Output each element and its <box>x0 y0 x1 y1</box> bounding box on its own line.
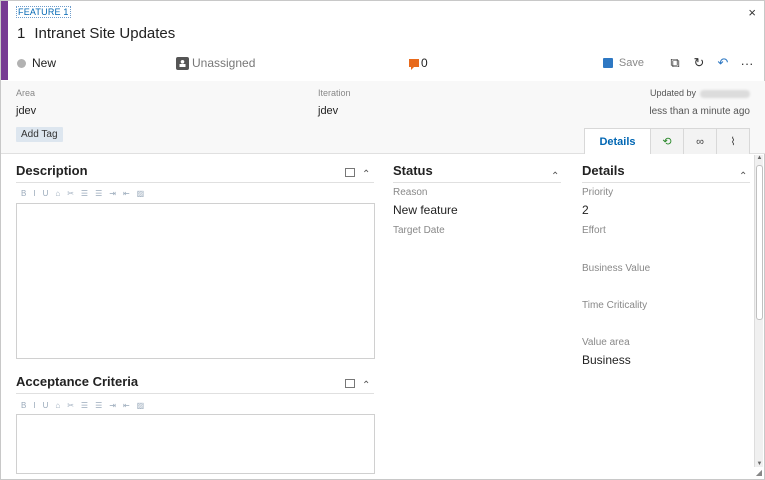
updated-by-user-redacted <box>700 89 750 98</box>
maximize-icon[interactable] <box>345 168 355 177</box>
italic-icon[interactable]: I <box>33 189 35 198</box>
more-actions-icon[interactable]: ··· <box>740 56 754 71</box>
scroll-up-arrow-icon[interactable]: ▲ <box>755 155 764 161</box>
user-icon <box>176 56 189 70</box>
priority-value[interactable]: 2 <box>582 203 589 217</box>
updated-by-label: Updated by <box>649 88 696 98</box>
collapse-chevron-icon[interactable]: ⌃ <box>739 171 747 182</box>
indent-icon[interactable]: ⇥ <box>109 189 116 198</box>
font-color-icon[interactable]: ✂ <box>67 401 74 410</box>
reason-label: Reason <box>393 187 428 198</box>
clone-icon[interactable]: ⧉ <box>668 55 682 71</box>
links-icon[interactable]: ∞ <box>684 128 717 154</box>
bold-icon[interactable]: B <box>21 401 26 410</box>
acceptance-criteria-editor[interactable] <box>16 414 375 474</box>
resize-grip-icon[interactable]: ◢ <box>756 468 762 477</box>
state-field[interactable]: New <box>17 56 56 70</box>
work-item-type-link[interactable]: FEATURE 1 <box>16 6 71 18</box>
target-date-label: Target Date <box>393 225 445 236</box>
work-item-type-color-bar <box>1 1 8 80</box>
indent-icon[interactable]: ⇥ <box>109 401 116 410</box>
state-dot-icon <box>17 58 26 68</box>
history-icon[interactable]: ⟲ <box>651 128 684 154</box>
numbered-list-icon[interactable]: ☰ <box>95 189 102 198</box>
assigned-to-field[interactable]: Unassigned <box>176 56 255 70</box>
bullet-list-icon[interactable]: ☰ <box>81 401 88 410</box>
scrollbar[interactable]: ▲ ▼ <box>754 155 763 467</box>
collapse-chevron-icon[interactable]: ⌃ <box>551 171 559 182</box>
effort-label: Effort <box>582 225 606 236</box>
area-value[interactable]: jdev <box>16 105 36 117</box>
italic-icon[interactable]: I <box>33 401 35 410</box>
underline-icon[interactable]: U <box>43 401 49 410</box>
acceptance-criteria-title: Acceptance Criteria <box>16 374 139 389</box>
details-section-title: Details <box>582 163 625 178</box>
bullet-list-icon[interactable]: ☰ <box>81 189 88 198</box>
image-icon[interactable]: ▨ <box>137 189 145 198</box>
state-value: New <box>32 56 57 70</box>
close-icon[interactable]: × <box>748 5 756 20</box>
discussion-count[interactable]: 0 <box>409 56 428 70</box>
time-criticality-label: Time Criticality <box>582 300 648 311</box>
title-row: 1 Intranet Site Updates <box>17 25 175 42</box>
save-label: Save <box>618 57 644 69</box>
updated-by: Updated by <box>650 88 750 98</box>
work-item-id: 1 <box>17 25 26 42</box>
save-button[interactable]: Save <box>602 57 644 69</box>
save-icon <box>602 58 613 68</box>
description-editor[interactable] <box>16 203 375 359</box>
comment-count: 0 <box>421 56 428 70</box>
details-divider <box>582 182 750 183</box>
iteration-value[interactable]: jdev <box>318 105 338 117</box>
iteration-label: Iteration <box>318 88 351 98</box>
value-area-value[interactable]: Business <box>582 353 631 367</box>
underline-icon[interactable]: U <box>43 189 49 198</box>
work-item-dialog: FEATURE 1 × 1 Intranet Site Updates New U… <box>0 0 765 480</box>
assigned-to-value: Unassigned <box>192 56 256 70</box>
acceptance-divider <box>16 393 374 394</box>
font-color-icon[interactable]: ✂ <box>67 189 74 198</box>
status-section-title: Status <box>393 163 433 178</box>
priority-label: Priority <box>582 187 614 198</box>
toolbar: Save ⧉ ↻ ↶ ··· <box>602 55 754 71</box>
scroll-down-arrow-icon[interactable]: ▼ <box>755 461 764 467</box>
outdent-icon[interactable]: ⇤ <box>123 401 130 410</box>
highlight-icon[interactable]: ⌂ <box>55 189 60 198</box>
add-tag-button[interactable]: Add Tag <box>16 127 63 142</box>
classification-band: Area jdev Iteration jdev Updated by less… <box>1 81 765 154</box>
comment-icon <box>409 59 419 70</box>
tab-details[interactable]: Details <box>584 128 651 154</box>
description-title: Description <box>16 163 88 178</box>
bold-icon[interactable]: B <box>21 189 26 198</box>
status-divider <box>393 182 561 183</box>
acceptance-rte-toolbar: B I U ⌂ ✂ ☰ ☰ ⇥ ⇤ ▨ <box>21 401 151 410</box>
image-icon[interactable]: ▨ <box>137 401 145 410</box>
updated-time: less than a minute ago <box>649 106 750 117</box>
maximize-icon[interactable] <box>345 379 355 388</box>
work-item-title[interactable]: Intranet Site Updates <box>34 25 175 42</box>
tab-strip: Details ⟲ ∞ ⌇ <box>584 128 750 154</box>
description-divider <box>16 182 374 183</box>
area-label: Area <box>16 88 36 98</box>
reason-value[interactable]: New feature <box>393 203 458 217</box>
numbered-list-icon[interactable]: ☰ <box>95 401 102 410</box>
refresh-icon[interactable]: ↻ <box>692 55 706 71</box>
undo-icon[interactable]: ↶ <box>716 55 730 71</box>
highlight-icon[interactable]: ⌂ <box>55 401 60 410</box>
scrollbar-thumb[interactable] <box>756 165 763 320</box>
collapse-chevron-icon[interactable]: ⌃ <box>362 380 370 391</box>
business-value-label: Business Value <box>582 263 651 274</box>
description-rte-toolbar: B I U ⌂ ✂ ☰ ☰ ⇥ ⇤ ▨ <box>21 189 151 198</box>
attachments-icon[interactable]: ⌇ <box>717 128 750 154</box>
collapse-chevron-icon[interactable]: ⌃ <box>362 169 370 180</box>
value-area-label: Value area <box>582 337 630 348</box>
outdent-icon[interactable]: ⇤ <box>123 189 130 198</box>
